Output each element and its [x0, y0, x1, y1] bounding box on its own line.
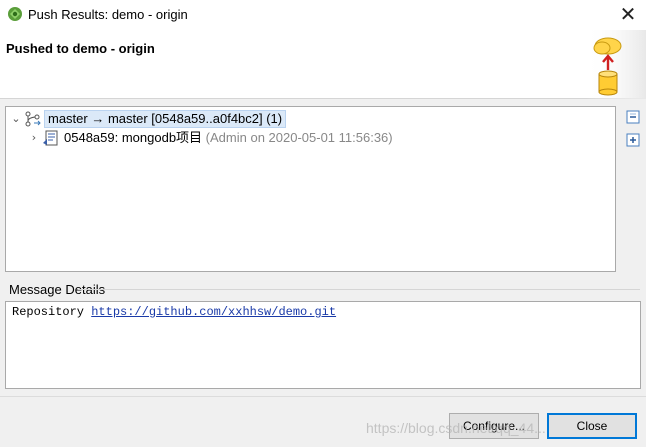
tree-row-commit[interactable]: › 0548a59: mongodb项目 (Admin on 2020-05-0… [28, 128, 395, 147]
collapse-all-icon[interactable] [626, 110, 640, 124]
commit-label: 0548a59: mongodb项目 [64, 129, 203, 145]
eclipse-app-icon [8, 7, 22, 21]
commit-meta: (Admin on 2020-05-01 11:56:36) [205, 129, 393, 145]
collapse-chevron-icon[interactable]: ⌄ [10, 112, 22, 125]
close-button[interactable]: Close [547, 413, 637, 439]
repository-label: Repository [12, 305, 85, 319]
commit-label-wrap: 0548a59: mongodb项目 (Admin on 2020-05-01 … [62, 130, 395, 146]
expand-chevron-icon[interactable]: › [28, 131, 40, 144]
button-bar-separator [0, 396, 646, 397]
window-title: Push Results: demo - origin [28, 7, 188, 22]
branch-update-label: master → master [0548a59..a0f4bc2] (1) [44, 109, 287, 128]
tree-row-branch-update[interactable]: ⌄ master → master [0548a59..a0f4bc2] (1) [10, 109, 287, 128]
branch-icon [25, 111, 41, 126]
message-details-box[interactable]: Repository https://github.com/xxhhsw/dem… [5, 301, 641, 389]
dialog-heading: Pushed to demo - origin [6, 41, 155, 56]
dialog-header: Pushed to demo - origin [0, 30, 646, 99]
repository-link[interactable]: https://github.com/xxhhsw/demo.git [91, 305, 336, 319]
message-details-separator [78, 289, 640, 290]
commit-icon [43, 130, 58, 145]
window-close-button[interactable]: ✕ [616, 2, 640, 26]
configure-button[interactable]: Configure... [449, 413, 539, 439]
push-to-cloud-banner-icon [586, 30, 646, 99]
title-bar: Push Results: demo - origin ✕ [0, 0, 646, 30]
push-results-tree[interactable]: ⌄ master → master [0548a59..a0f4bc2] (1)… [5, 106, 616, 272]
expand-all-icon[interactable] [626, 133, 640, 147]
